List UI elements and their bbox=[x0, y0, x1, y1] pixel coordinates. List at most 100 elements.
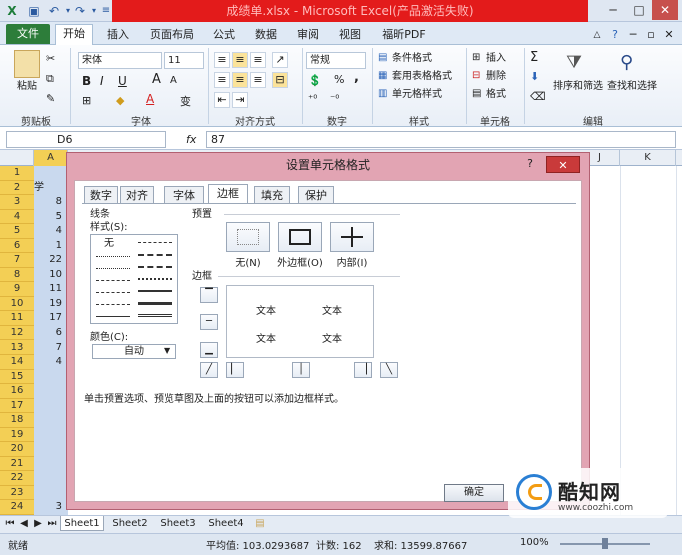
conditional-format-button[interactable]: 条件格式 bbox=[392, 52, 432, 66]
sheet-tab-2[interactable]: Sheet2 bbox=[108, 516, 152, 531]
prev-sheet-icon[interactable]: ◀ bbox=[18, 516, 30, 531]
clear-icon[interactable]: ⌫ bbox=[530, 90, 546, 103]
underline-button[interactable]: U bbox=[118, 74, 127, 88]
currency-icon[interactable]: 💲 bbox=[308, 74, 322, 87]
row-header[interactable]: 11 bbox=[0, 311, 34, 326]
tab-view[interactable]: 视图 bbox=[332, 26, 368, 44]
row-header[interactable]: 7 bbox=[0, 253, 34, 268]
cell-a[interactable]: 11 bbox=[34, 282, 66, 297]
row-header[interactable]: 21 bbox=[0, 457, 34, 472]
row-header[interactable]: 12 bbox=[0, 326, 34, 341]
line-style-option[interactable] bbox=[96, 292, 130, 293]
dialog-help-button[interactable]: ? bbox=[522, 155, 538, 173]
row-header[interactable]: 19 bbox=[0, 428, 34, 443]
tab-data[interactable]: 数据 bbox=[248, 26, 284, 44]
increase-indent-icon[interactable]: ⇥ bbox=[232, 92, 248, 108]
find-select-button[interactable]: 查找和选择 bbox=[604, 80, 660, 94]
line-style-option[interactable] bbox=[138, 254, 172, 256]
cell-a[interactable] bbox=[34, 384, 66, 399]
border-left-button[interactable]: ▏ bbox=[226, 362, 244, 378]
font-size-combo[interactable]: 11 bbox=[164, 52, 204, 69]
preset-outline-button[interactable] bbox=[278, 222, 322, 252]
column-header-k[interactable]: K bbox=[620, 150, 676, 166]
shrink-font-button[interactable]: A bbox=[170, 75, 177, 86]
border-diag-down-button[interactable]: ╲ bbox=[380, 362, 398, 378]
tab-home[interactable]: 开始 bbox=[55, 24, 93, 45]
fill-color-icon[interactable]: ◆ bbox=[116, 94, 124, 107]
tab-foxit-pdf[interactable]: 福昕PDF bbox=[376, 26, 432, 44]
doc-restore-icon[interactable]: ▫ bbox=[644, 26, 658, 44]
line-style-option[interactable] bbox=[96, 316, 130, 317]
comma-button[interactable]: , bbox=[354, 70, 359, 85]
bold-button[interactable]: B bbox=[82, 74, 91, 88]
cell-a[interactable]: 10 bbox=[34, 268, 66, 283]
paste-button[interactable]: 粘贴 bbox=[12, 80, 42, 94]
dialog-close-button[interactable]: ✕ bbox=[546, 156, 580, 173]
orientation-icon[interactable]: ↗ bbox=[272, 52, 288, 68]
percent-button[interactable]: % bbox=[334, 73, 344, 86]
cut-icon[interactable]: ✂ bbox=[46, 52, 55, 65]
doc-minimize-icon[interactable]: ─ bbox=[626, 26, 640, 44]
cell-a[interactable] bbox=[34, 370, 66, 385]
tab-insert[interactable]: 插入 bbox=[100, 26, 136, 44]
line-style-option[interactable] bbox=[96, 280, 130, 281]
close-button[interactable]: ✕ bbox=[652, 0, 678, 20]
border-bottom-button[interactable]: ▁ bbox=[200, 342, 218, 358]
chevron-down-icon[interactable]: ▼ bbox=[164, 346, 170, 355]
delete-cells-button[interactable]: 删除 bbox=[486, 70, 506, 84]
sheet-tab-1[interactable]: Sheet1 bbox=[60, 516, 104, 531]
number-format-combo[interactable]: 常规 bbox=[306, 52, 366, 69]
cell-style-button[interactable]: 单元格样式 bbox=[392, 88, 442, 102]
line-style-option[interactable] bbox=[138, 302, 172, 305]
cell-a[interactable]: 1 bbox=[34, 239, 66, 254]
preset-inside-button[interactable] bbox=[330, 222, 374, 252]
format-painter-icon[interactable]: ✎ bbox=[46, 92, 55, 105]
dialog-tab-font[interactable]: 字体 bbox=[164, 186, 204, 203]
save-icon[interactable]: ▣ bbox=[26, 3, 42, 19]
dialog-tab-protection[interactable]: 保护 bbox=[298, 186, 334, 203]
cell-a[interactable]: 22 bbox=[34, 253, 66, 268]
minimize-button[interactable]: ─ bbox=[600, 0, 626, 20]
row-header[interactable]: 24 bbox=[0, 500, 34, 515]
name-box[interactable]: D6 bbox=[6, 131, 166, 148]
sheet-tab-3[interactable]: Sheet3 bbox=[156, 516, 200, 531]
cell-a[interactable]: 8 bbox=[34, 195, 66, 210]
line-style-option[interactable] bbox=[138, 290, 172, 292]
preset-none-button[interactable] bbox=[226, 222, 270, 252]
cell-a[interactable]: 5 bbox=[34, 210, 66, 225]
cell-a[interactable] bbox=[34, 399, 66, 414]
font-name-combo[interactable]: 宋体 bbox=[78, 52, 162, 69]
insert-sheet-icon[interactable]: ▤ bbox=[252, 516, 268, 531]
cell-a[interactable] bbox=[34, 471, 66, 486]
dialog-tab-border[interactable]: 边框 bbox=[208, 184, 248, 204]
row-header[interactable]: 20 bbox=[0, 442, 34, 457]
line-style-option[interactable] bbox=[96, 256, 130, 257]
border-center-button[interactable]: │ bbox=[292, 362, 310, 378]
row-header[interactable]: 15 bbox=[0, 370, 34, 385]
row-header[interactable]: 22 bbox=[0, 471, 34, 486]
fill-icon[interactable]: ⬇ bbox=[530, 70, 539, 83]
cell-a[interactable]: 17 bbox=[34, 311, 66, 326]
row-header[interactable]: 17 bbox=[0, 399, 34, 414]
maximize-button[interactable]: □ bbox=[626, 0, 652, 20]
row-header[interactable]: 5 bbox=[0, 224, 34, 239]
align-left-icon[interactable]: ≡ bbox=[214, 72, 230, 88]
autosum-button[interactable]: Σ bbox=[530, 50, 538, 65]
sort-filter-button[interactable]: 排序和筛选 bbox=[552, 80, 604, 94]
row-header[interactable]: 23 bbox=[0, 486, 34, 501]
cell-a[interactable] bbox=[34, 413, 66, 428]
tab-file[interactable]: 文件 bbox=[6, 24, 50, 44]
row-header[interactable]: 18 bbox=[0, 413, 34, 428]
align-top-icon[interactable]: ≡ bbox=[214, 52, 230, 68]
merge-center-icon[interactable]: ⊟ bbox=[272, 72, 288, 88]
last-sheet-icon[interactable]: ⏭ bbox=[46, 516, 58, 531]
align-center-icon[interactable]: ≡ bbox=[232, 72, 248, 88]
paste-icon[interactable] bbox=[14, 50, 40, 78]
row-header[interactable]: 16 bbox=[0, 384, 34, 399]
line-style-option[interactable] bbox=[138, 278, 172, 280]
align-bottom-icon[interactable]: ≡ bbox=[250, 52, 266, 68]
row-header[interactable]: 13 bbox=[0, 341, 34, 356]
cell-a[interactable] bbox=[34, 457, 66, 472]
line-style-option[interactable] bbox=[138, 314, 172, 317]
row-header[interactable]: 4 bbox=[0, 210, 34, 225]
